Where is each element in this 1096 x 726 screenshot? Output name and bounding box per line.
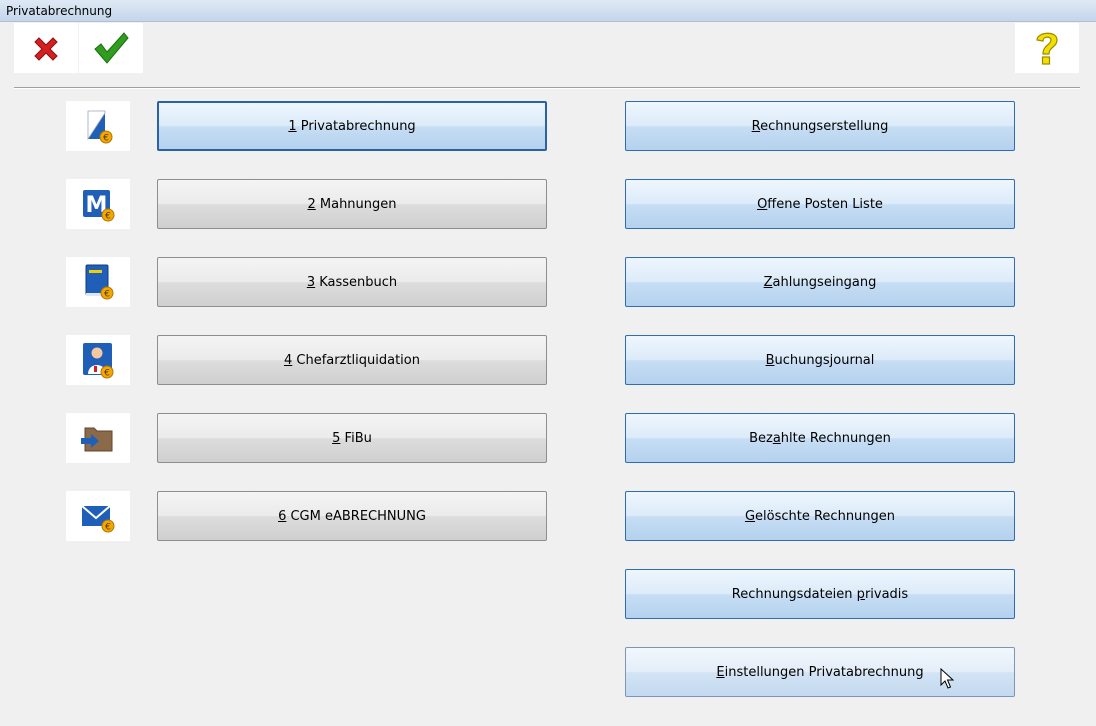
cancel-button[interactable] bbox=[14, 23, 78, 73]
button-label-post: rivadis bbox=[864, 586, 909, 602]
svg-text:€: € bbox=[104, 290, 110, 300]
button-label-post: uchungsjournal bbox=[774, 352, 875, 368]
button-hotkey: 5 bbox=[332, 430, 341, 446]
button-hotkey: Z bbox=[763, 274, 773, 290]
button-label: Chefarztliquidation bbox=[292, 352, 420, 368]
fibu-button[interactable]: 5 FiBu bbox=[157, 413, 547, 463]
button-label: CGM eABRECHNUNG bbox=[286, 508, 426, 524]
folder-arrow-icon bbox=[81, 427, 113, 452]
cashbook-euro-icon: € bbox=[85, 264, 114, 300]
button-label-post: hlte Rechnungen bbox=[780, 430, 891, 446]
button-label-post: ffene Posten Liste bbox=[767, 196, 883, 212]
button-hotkey: E bbox=[716, 664, 725, 680]
document-euro-icon: € bbox=[87, 110, 113, 144]
toolbar-separator bbox=[14, 87, 1080, 89]
window-title: Privatabrechnung bbox=[6, 4, 113, 18]
envelope-euro-icon: € bbox=[81, 505, 115, 533]
icon-box-chefarzt: € bbox=[66, 335, 130, 385]
icon-box-kassenbuch: € bbox=[66, 257, 130, 307]
mahnung-m-euro-icon: M € bbox=[83, 190, 115, 222]
button-hotkey: 1 bbox=[288, 118, 297, 134]
button-hotkey: R bbox=[751, 118, 761, 134]
button-hotkey: 4 bbox=[284, 352, 293, 368]
button-hotkey: 6 bbox=[278, 508, 287, 524]
yellow-question-icon bbox=[1036, 32, 1058, 65]
icon-box-privatabrechnung: € bbox=[66, 101, 130, 151]
button-label-pre: Bez bbox=[749, 430, 773, 446]
ok-button[interactable] bbox=[79, 23, 143, 73]
buchungsjournal-button[interactable]: Buchungsjournal bbox=[625, 335, 1015, 385]
svg-text:€: € bbox=[105, 212, 111, 222]
button-hotkey: a bbox=[772, 430, 781, 446]
button-label: Privatabrechnung bbox=[296, 118, 416, 134]
mouse-cursor-icon bbox=[940, 668, 954, 689]
button-label-pre: Rechnungsdateien bbox=[731, 586, 857, 602]
button-label: FiBu bbox=[340, 430, 372, 446]
icon-box-mahnungen: M € bbox=[66, 179, 130, 229]
button-label-post: instellungen Privatabrechnung bbox=[724, 664, 924, 680]
cgm-eabrechnung-button[interactable]: 6 CGM eABRECHNUNG bbox=[157, 491, 547, 541]
privatabrechnung-button[interactable]: 1 Privatabrechnung bbox=[157, 101, 547, 151]
bezahlte-rechnungen-button[interactable]: Bezahlte Rechnungen bbox=[625, 413, 1015, 463]
svg-text:€: € bbox=[104, 369, 110, 379]
button-label-post: echnungserstellung bbox=[760, 118, 889, 134]
red-x-icon bbox=[34, 37, 58, 61]
title-bar: Privatabrechnung bbox=[0, 0, 1096, 22]
svg-text:€: € bbox=[103, 134, 109, 144]
mahnungen-button[interactable]: 2 Mahnungen bbox=[157, 179, 547, 229]
icon-box-fibu bbox=[66, 413, 130, 463]
offene-posten-liste-button[interactable]: Offene Posten Liste bbox=[625, 179, 1015, 229]
button-label: Kassenbuch bbox=[315, 274, 398, 290]
svg-text:€: € bbox=[105, 523, 111, 533]
button-label-post: ahlungseingang bbox=[772, 274, 877, 290]
kassenbuch-button[interactable]: 3 Kassenbuch bbox=[157, 257, 547, 307]
button-hotkey: 3 bbox=[306, 274, 316, 290]
geloeschte-rechnungen-button[interactable]: Gelöschte Rechnungen bbox=[625, 491, 1015, 541]
button-hotkey: B bbox=[765, 352, 775, 368]
button-hotkey: G bbox=[744, 508, 756, 524]
rechnungserstellung-button[interactable]: Rechnungserstellung bbox=[625, 101, 1015, 151]
doctor-euro-icon: € bbox=[83, 343, 114, 379]
button-label-post: elöschte Rechnungen bbox=[755, 508, 896, 524]
rechnungsdateien-privadis-button[interactable]: Rechnungsdateien privadis bbox=[625, 569, 1015, 619]
button-hotkey: O bbox=[757, 196, 768, 212]
icon-box-eabrechnung: € bbox=[66, 491, 130, 541]
help-button[interactable] bbox=[1015, 23, 1079, 73]
button-hotkey: p bbox=[856, 586, 865, 602]
zahlungseingang-button[interactable]: Zahlungseingang bbox=[625, 257, 1015, 307]
button-hotkey: 2 bbox=[307, 196, 316, 212]
chefarztliquidation-button[interactable]: 4 Chefarztliquidation bbox=[157, 335, 547, 385]
green-check-icon bbox=[94, 32, 129, 64]
einstellungen-privatabrechnung-button[interactable]: Einstellungen Privatabrechnung bbox=[625, 647, 1015, 697]
button-label: Mahnungen bbox=[315, 196, 397, 212]
